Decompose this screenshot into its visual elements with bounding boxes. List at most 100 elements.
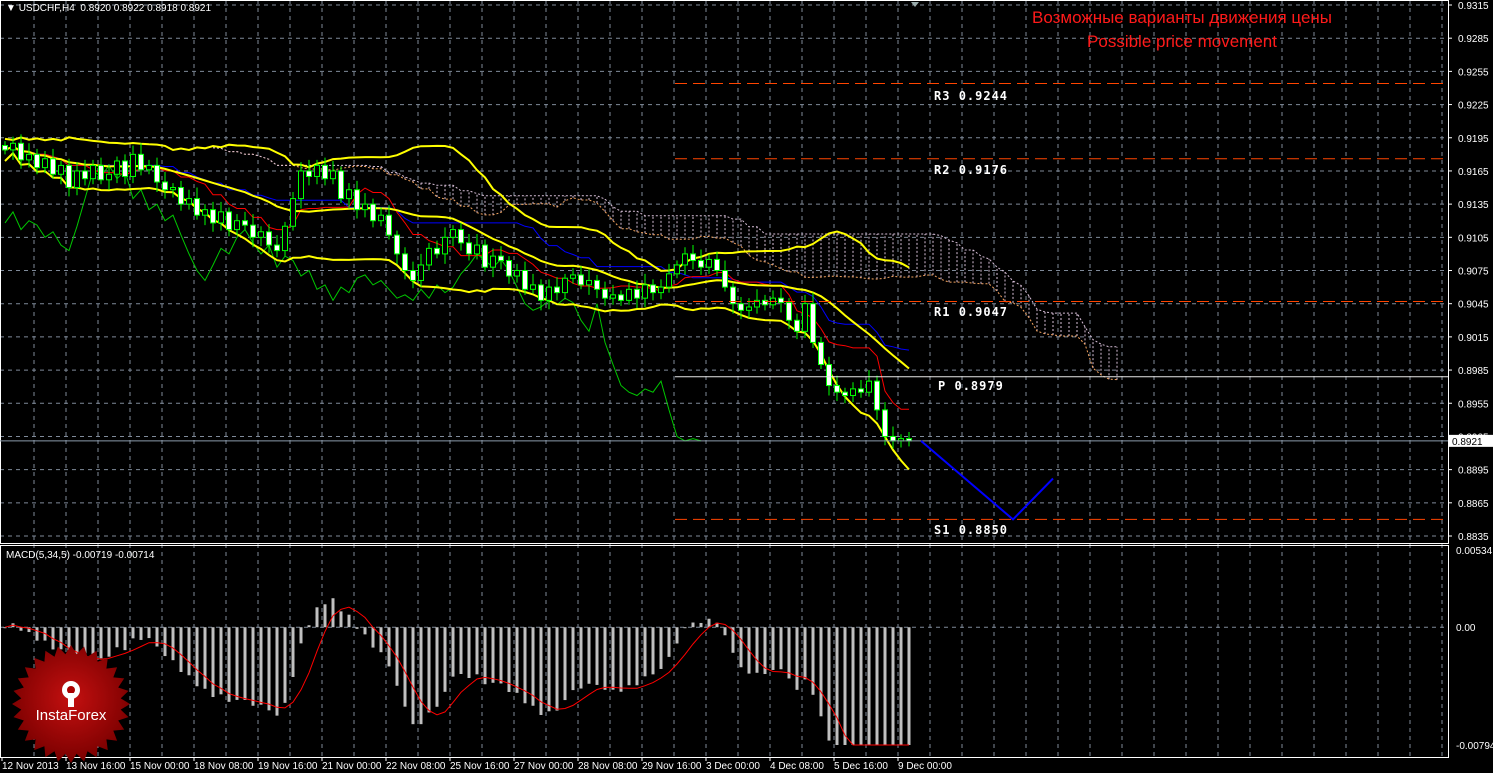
candle-body — [874, 380, 880, 411]
macd-histogram-bar — [475, 627, 479, 675]
time-axis-label: 5 Dec 16:00 — [834, 761, 888, 772]
candle-body — [794, 319, 800, 332]
macd-histogram-bar — [459, 627, 463, 675]
candle-body — [826, 364, 832, 387]
macd-histogram-bar — [587, 627, 591, 684]
macd-tick-label: -0.00794 — [1456, 741, 1493, 752]
price-tick-label: 0.9045 — [1458, 300, 1489, 311]
candle-body — [722, 270, 728, 288]
time-axis-label: 28 Nov 08:00 — [578, 761, 638, 772]
candle-body — [570, 274, 576, 279]
candle-body — [314, 164, 320, 177]
title-en: Possible price movement — [1087, 32, 1277, 51]
candle-body — [562, 277, 568, 294]
macd-histogram-bar — [627, 627, 631, 686]
time-axis-label: 3 Dec 00:00 — [706, 761, 760, 772]
macd-histogram-bar — [243, 627, 247, 700]
price-tick-label: 0.9195 — [1458, 134, 1489, 145]
candle-body — [442, 236, 448, 255]
macd-histogram-bar — [347, 614, 351, 628]
macd-histogram-bar — [875, 627, 879, 745]
chart-canvas[interactable]: 0.9315 0.9285 0.9255 0.9225 0.9195 0.9165 0.91… — [0, 0, 1493, 773]
candle-body — [466, 242, 472, 255]
candle-body — [618, 294, 624, 301]
candle-body — [98, 164, 104, 181]
time-axis-label: 29 Nov 16:00 — [642, 761, 702, 772]
candle-body — [362, 203, 368, 211]
macd-histogram-bar — [147, 627, 151, 639]
macd-histogram-bar — [379, 627, 383, 653]
candle-body — [610, 294, 616, 299]
candle-body — [234, 220, 240, 231]
macd-histogram-bar — [555, 627, 559, 711]
macd-histogram-bar — [547, 627, 551, 712]
macd-histogram-bar — [155, 627, 159, 647]
dropdown-triangle-icon[interactable]: ▼ — [6, 3, 16, 14]
candle-body — [746, 306, 752, 311]
candle-body — [370, 203, 376, 222]
macd-histogram-bar — [579, 627, 583, 689]
candle-body — [90, 164, 96, 180]
time-axis-label: 18 Nov 08:00 — [194, 761, 254, 772]
time-axis-label: 27 Nov 00:00 — [514, 761, 574, 772]
candle-body — [738, 303, 744, 311]
candle-body — [178, 187, 184, 205]
macd-histogram-bar — [595, 627, 599, 685]
macd-histogram-bar — [235, 627, 239, 700]
macd-tick-label: 0.00534 — [1456, 546, 1493, 557]
macd-histogram-bar — [643, 627, 647, 677]
candle-body — [434, 247, 440, 255]
macd-histogram-bar — [611, 627, 615, 690]
projection-line — [920, 440, 1054, 521]
level-r2-label: R2 0.9176 — [934, 163, 1009, 177]
macd-histogram-bar — [851, 627, 855, 745]
macd-histogram-bar — [219, 627, 223, 695]
macd-histogram-bar — [819, 627, 823, 717]
macd-histogram-bar — [619, 627, 623, 692]
candle-body — [34, 153, 40, 169]
macd-histogram-bar — [803, 627, 807, 680]
time-axis-label: 19 Nov 16:00 — [258, 761, 318, 772]
candle-body — [338, 170, 344, 200]
candle-body — [658, 286, 664, 294]
candle-body — [58, 164, 64, 175]
candle-body — [114, 160, 120, 175]
candle-body — [330, 170, 336, 180]
macd-histogram-bar — [211, 627, 215, 698]
macd-histogram-bar — [683, 627, 687, 629]
candle-body — [594, 279, 600, 290]
macd-histogram-bar — [163, 627, 167, 657]
price-tick-label: 0.9105 — [1458, 233, 1489, 244]
macd-histogram-bar — [419, 627, 423, 725]
candle-body — [282, 225, 288, 252]
macd-histogram-bar — [755, 627, 759, 673]
candle-body — [202, 209, 208, 216]
time-axis-label: 25 Nov 16:00 — [450, 761, 510, 772]
candle-body — [426, 247, 432, 266]
current-price-label: 0.8921 — [1452, 437, 1483, 448]
macd-histogram-bar — [571, 627, 575, 691]
candle-body — [386, 214, 392, 236]
time-axis-label: 9 Dec 00:00 — [898, 761, 952, 772]
macd-pane-frame — [0, 545, 1449, 758]
candle-body — [154, 164, 160, 183]
candle-body — [82, 170, 88, 180]
candle-body — [322, 164, 328, 180]
candle-body — [698, 260, 704, 268]
candle-body — [642, 284, 648, 299]
macd-histogram-bar — [259, 627, 263, 705]
macd-histogram-bar — [891, 627, 895, 745]
price-tick-label: 0.9285 — [1458, 34, 1489, 45]
candle-body — [842, 391, 848, 397]
price-tick-label: 0.9255 — [1458, 67, 1489, 78]
candle-body — [706, 258, 712, 268]
macd-histogram-bar — [307, 625, 311, 628]
candle-body — [546, 286, 552, 301]
candle-body — [274, 244, 280, 252]
macd-histogram-bar — [355, 627, 359, 629]
macd-histogram-bar — [451, 627, 455, 677]
macd-histogram-bar — [371, 627, 375, 648]
candle-body — [378, 214, 384, 222]
candle-body — [402, 253, 408, 271]
title-ru: Возможные варианты движения цены — [1031, 8, 1332, 27]
